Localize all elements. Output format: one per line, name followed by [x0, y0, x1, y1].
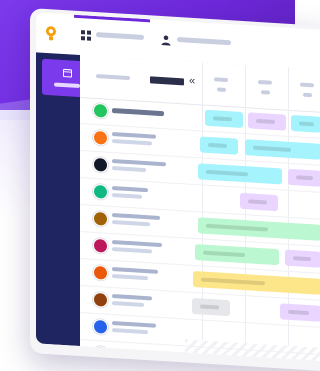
event-label [208, 143, 227, 148]
event-label [206, 224, 268, 232]
sidebar [36, 52, 80, 346]
shift-event[interactable] [248, 112, 286, 130]
avatar [93, 184, 108, 200]
bulb-icon[interactable] [44, 25, 58, 42]
avatar [93, 319, 108, 335]
collapse-icon[interactable]: « [189, 75, 195, 87]
staff-rows [80, 97, 320, 361]
staff-name [112, 267, 158, 274]
day-label [258, 80, 272, 85]
staff-name [112, 294, 152, 300]
header-placeholder [96, 74, 130, 80]
team-placeholder[interactable] [177, 37, 231, 45]
avatar [93, 292, 108, 308]
event-label [288, 310, 309, 315]
app-window: « [30, 8, 320, 371]
event-label [206, 170, 248, 177]
event-label [296, 175, 313, 180]
event-label [293, 256, 311, 261]
column-divider [202, 63, 203, 105]
avatar [93, 157, 108, 173]
staff-role [112, 193, 142, 199]
event-label [253, 146, 291, 152]
shift-event[interactable] [192, 298, 230, 316]
avatar [93, 238, 108, 254]
staff-role [112, 301, 144, 307]
column-divider [288, 68, 289, 110]
avatar [93, 103, 108, 119]
staff-name [112, 108, 164, 116]
grid-icon[interactable] [80, 29, 92, 42]
event-label [201, 277, 265, 285]
staff-name [112, 186, 148, 192]
avatar [93, 211, 108, 227]
shift-event[interactable] [240, 193, 278, 211]
event-label [213, 116, 232, 121]
date-label [261, 90, 270, 95]
shift-event[interactable] [285, 250, 320, 268]
shift-event[interactable] [280, 303, 320, 322]
staff-role [112, 247, 152, 253]
staff-role [112, 220, 150, 226]
event-label [203, 251, 245, 258]
calendar-icon [63, 68, 72, 78]
avatar [93, 130, 108, 146]
staff-role [112, 166, 146, 172]
active-tab-indicator [74, 15, 150, 23]
event-label [256, 119, 275, 124]
staff-role [112, 328, 148, 334]
column-divider [245, 65, 246, 107]
app-frame: « [36, 12, 320, 361]
day-label [300, 83, 314, 88]
date-label [217, 87, 226, 92]
staff-name [112, 321, 156, 328]
date-label [303, 93, 312, 98]
shift-event[interactable] [288, 169, 320, 187]
staff-name [112, 348, 154, 355]
staff-name [112, 159, 166, 166]
day-label [214, 77, 228, 82]
event-label [200, 304, 219, 309]
staff-role [112, 274, 148, 280]
people-icon[interactable] [160, 34, 172, 47]
staff-name [112, 240, 162, 247]
staff-name [112, 132, 156, 139]
staff-role [112, 139, 152, 145]
sidebar-item-label [54, 82, 80, 88]
view-toggle[interactable] [150, 76, 184, 85]
shift-event[interactable] [291, 115, 320, 133]
avatar [93, 265, 108, 281]
tab-placeholder[interactable] [96, 32, 144, 40]
staff-name [112, 213, 160, 220]
event-label [299, 121, 314, 126]
event-label [248, 199, 267, 204]
shift-event[interactable] [205, 110, 243, 128]
shift-event[interactable] [200, 136, 238, 154]
